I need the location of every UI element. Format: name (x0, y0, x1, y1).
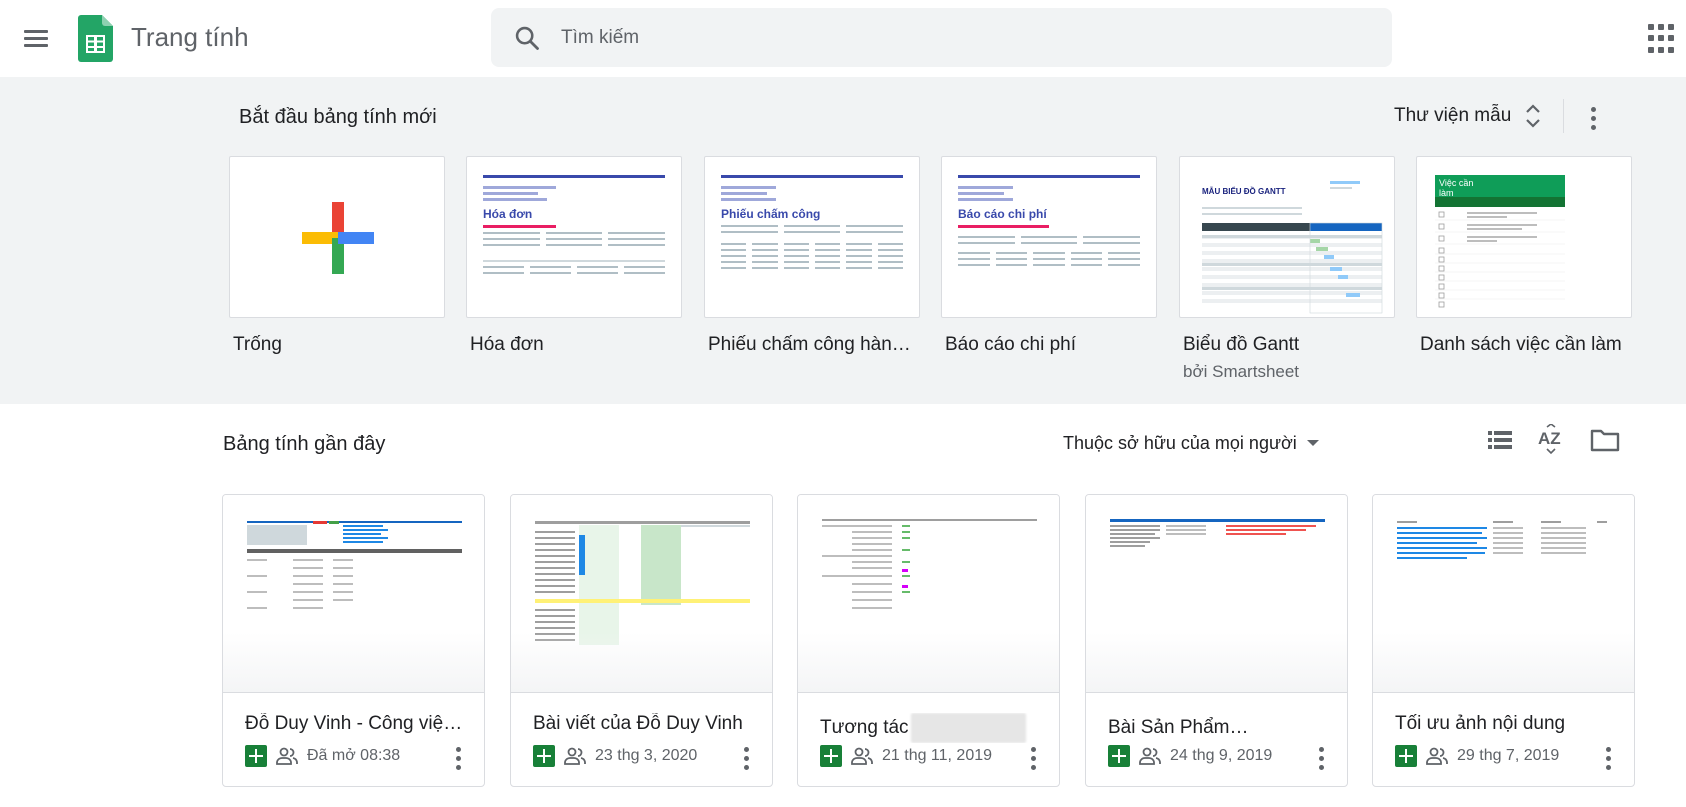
file-thumbnail (223, 495, 484, 693)
template-name: Báo cáo chi phí (945, 334, 1076, 355)
thumb-heading: Hóa đơn (483, 207, 533, 221)
file-name: Bài Sản Phẩm (1108, 713, 1333, 743)
todo-thumbnail-graphic (1435, 211, 1565, 308)
file-more-options-icon[interactable] (1315, 743, 1327, 771)
file-thumbnail (1373, 495, 1634, 693)
search-input[interactable] (561, 8, 1361, 67)
template-gallery-label: Thư viện mẫu (1394, 105, 1512, 126)
file-meta: 29 thg 7, 2019 (1395, 741, 1559, 771)
svg-text:AZ: AZ (1538, 429, 1561, 448)
template-thumbnail: Việc cần làm (1416, 156, 1632, 318)
template-card-expense-report[interactable]: Báo cáo chi phí Báo cáo chi phí (941, 156, 1157, 356)
recent-file-card[interactable]: Bài Sản Phẩm 24 thg 9, 2019 (1085, 494, 1348, 787)
sheets-file-icon (1108, 745, 1130, 767)
file-name-text: Tương tác (820, 717, 909, 739)
list-view-icon[interactable] (1484, 424, 1516, 456)
template-card-todo-list[interactable]: Việc cần làm Danh sách việc cần làm (1416, 156, 1632, 356)
file-last-modified: 29 thg 7, 2019 (1457, 747, 1560, 764)
sheets-file-icon (245, 745, 267, 767)
template-card-blank[interactable]: Trống (229, 156, 445, 356)
shared-people-icon (1139, 747, 1161, 765)
plus-icon (302, 202, 374, 274)
template-name: Trống (233, 334, 282, 355)
shared-people-icon (276, 747, 298, 765)
shared-people-icon (1426, 747, 1448, 765)
template-name: Danh sách việc cần làm (1420, 334, 1622, 355)
thumb-heading: Báo cáo chi phí (958, 207, 1047, 221)
sheets-file-icon (820, 745, 842, 767)
file-last-modified: 21 thg 11, 2019 (882, 747, 993, 764)
thumb-heading: Phiếu chấm công (721, 207, 821, 221)
owner-filter-label: Thuộc sở hữu của mọi người (1063, 432, 1297, 453)
file-name: Tối ưu ảnh nội dung (1395, 713, 1566, 734)
template-name: Phiếu chấm công hàng ... (708, 334, 920, 355)
file-meta: 21 thg 11, 2019 (820, 741, 992, 771)
file-name: Đỗ Duy Vinh - Công việc ... (245, 713, 470, 734)
template-card-gantt-chart[interactable]: MẪU BIỂU ĐỒ GANTT Biểu đồ Gantt bởi Smar… (1179, 156, 1395, 382)
unfold-icon (1526, 104, 1541, 128)
template-card-invoice[interactable]: Hóa đơn Hóa đơn (466, 156, 682, 356)
template-thumbnail: Báo cáo chi phí (941, 156, 1157, 318)
file-last-modified: 24 thg 9, 2019 (1170, 747, 1273, 764)
template-name: Biểu đồ Gantt (1183, 334, 1300, 355)
template-name: Hóa đơn (470, 334, 544, 355)
file-last-opened: Đã mở 08:38 (307, 747, 401, 764)
search-bar[interactable] (491, 8, 1392, 67)
dropdown-arrow-icon (1306, 440, 1319, 446)
template-thumbnail: MẪU BIỂU ĐỒ GANTT (1179, 156, 1395, 318)
file-meta: Đã mở 08:38 (245, 741, 400, 771)
sort-az-icon[interactable]: AZ (1535, 424, 1567, 456)
main-menu-button[interactable] (18, 20, 54, 56)
sheets-logo-icon[interactable] (78, 15, 113, 62)
shared-people-icon (851, 747, 873, 765)
template-thumbnail (229, 156, 445, 318)
template-section: Bắt đầu bảng tính mới Thư viện mẫu Trống (0, 77, 1686, 404)
file-more-options-icon[interactable] (1027, 743, 1039, 771)
folder-picker-icon[interactable] (1589, 424, 1621, 456)
file-more-options-icon[interactable] (1602, 743, 1614, 771)
file-name: Bài viết của Đỗ Duy Vinh (533, 713, 743, 734)
file-meta: 23 thg 3, 2020 (533, 741, 697, 771)
gantt-thumbnail-graphic (1202, 181, 1383, 314)
google-apps-icon[interactable] (1648, 24, 1678, 54)
recent-file-card[interactable]: Tối ưu ảnh nội dung 29 thg 7, 2019 (1372, 494, 1635, 787)
sheets-file-icon (1395, 745, 1417, 767)
file-name-text: Bài Sản Phẩm (1108, 717, 1230, 739)
file-thumbnail (1086, 495, 1347, 693)
file-thumbnail (511, 495, 772, 693)
toolbar-divider (1563, 99, 1564, 133)
file-name: Tương tác (820, 713, 1045, 743)
template-author: bởi Smartsheet (1183, 362, 1300, 381)
shared-people-icon (564, 747, 586, 765)
file-last-modified: 23 thg 3, 2020 (595, 747, 698, 764)
template-thumbnail: Phiếu chấm công (704, 156, 920, 318)
template-thumbnail: Hóa đơn (466, 156, 682, 318)
app-title[interactable]: Trang tính (131, 22, 249, 53)
sheets-file-icon (533, 745, 555, 767)
file-thumbnail (798, 495, 1059, 693)
search-icon[interactable] (513, 24, 541, 52)
template-card-timesheet[interactable]: Phiếu chấm công Phiếu chấm công hàng ... (704, 156, 920, 356)
redacted-text (910, 713, 1026, 743)
template-gallery-button[interactable]: Thư viện mẫu (1394, 99, 1543, 133)
file-more-options-icon[interactable] (740, 743, 752, 771)
file-meta: 24 thg 9, 2019 (1108, 741, 1272, 771)
file-more-options-icon[interactable] (452, 743, 464, 771)
template-more-options-icon[interactable] (1585, 103, 1601, 131)
recent-section-title: Bảng tính gần đây (223, 433, 386, 455)
recent-file-card[interactable]: Đỗ Duy Vinh - Công việc ... Đã mở 08:38 (222, 494, 485, 787)
recent-file-card[interactable]: Tương tác 21 thg 11, 2019 (797, 494, 1060, 787)
owner-filter-dropdown[interactable]: Thuộc sở hữu của mọi người (1063, 428, 1319, 458)
top-app-bar: Trang tính (0, 0, 1686, 77)
template-section-title: Bắt đầu bảng tính mới (239, 106, 437, 128)
recent-file-card[interactable]: Bài viết của Đỗ Duy Vinh 23 thg 3, 2020 (510, 494, 773, 787)
